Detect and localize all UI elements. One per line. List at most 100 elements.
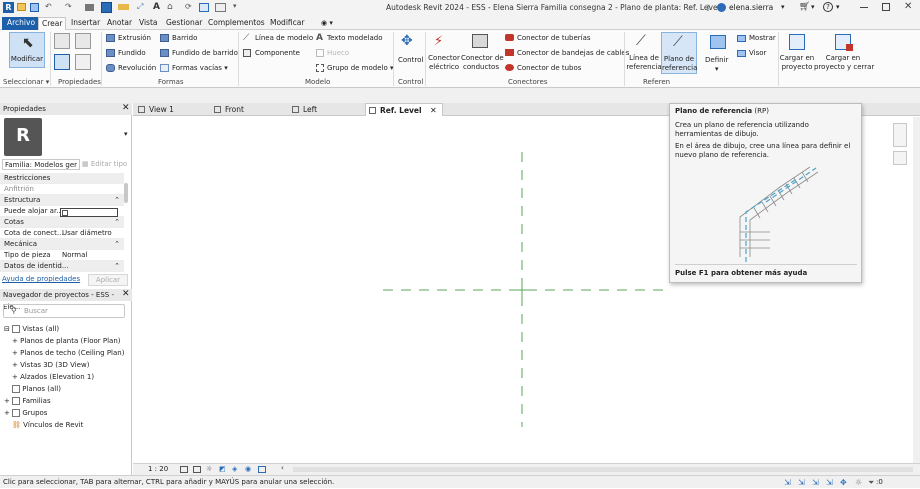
select-underlay-icon[interactable]: ⇲ xyxy=(798,477,805,489)
tree-item-floor-plans[interactable]: + Planos de planta (Floor Plan) xyxy=(12,336,120,346)
load-into-project-button[interactable]: Cargar en proyecto xyxy=(779,54,815,72)
key-icon[interactable]: ⚷ xyxy=(705,3,711,12)
temp-hide-icon[interactable]: ◈ xyxy=(232,465,237,473)
tree-item-views[interactable]: ⊟ Vistas (all) xyxy=(4,324,59,334)
redo-icon[interactable]: ↷ xyxy=(65,2,72,11)
print-icon[interactable] xyxy=(85,4,94,11)
model-line-button[interactable]: Línea de modelo xyxy=(255,34,313,43)
view-tab-ref-level[interactable]: Ref. Level ✕ xyxy=(365,103,443,116)
family-category-icon[interactable] xyxy=(75,33,91,49)
canvas-vertical-scrollbar[interactable] xyxy=(913,117,920,463)
tree-item-families[interactable]: + Familias xyxy=(4,396,51,406)
blend-button[interactable]: Fundido xyxy=(118,49,146,58)
select-by-face-icon[interactable]: ⇲ xyxy=(826,477,833,489)
load-into-project-and-close-button[interactable]: Cargar en proyecto y cerrar xyxy=(814,54,874,72)
qat-dropdown-icon[interactable]: ▾ xyxy=(233,2,237,10)
reference-line-button[interactable]: Línea de referencia xyxy=(626,54,662,72)
dimension-icon[interactable]: ⤢ xyxy=(137,2,143,12)
tree-item-sheets[interactable]: Planos (all) xyxy=(12,384,61,394)
tree-item-revit-links[interactable]: ⛓ Vínculos de Revit xyxy=(12,420,83,430)
select-pinned-icon[interactable]: ⇲ xyxy=(812,477,819,489)
tab-crear[interactable]: Crear xyxy=(38,17,67,30)
help-icon[interactable]: ? xyxy=(823,2,833,12)
tab-modificar[interactable]: Modificar xyxy=(267,17,307,30)
user-dropdown-icon[interactable]: ▾ xyxy=(781,3,785,11)
tab-insertar[interactable]: Insertar xyxy=(68,17,103,30)
define-dropdown-icon[interactable]: ▾ xyxy=(715,65,719,74)
control-button[interactable]: Control xyxy=(398,56,423,65)
browser-search-input[interactable]: ⚲ Buscar xyxy=(3,304,125,318)
crop-view-icon[interactable] xyxy=(258,466,266,473)
close-window-icon[interactable]: ✕ xyxy=(904,1,912,12)
edit-type-button[interactable]: ▦ Editar tipo xyxy=(82,159,128,170)
detail-level-icon[interactable] xyxy=(180,466,188,473)
reveal-hidden-icon[interactable]: ◉ xyxy=(245,465,251,473)
user-avatar-icon[interactable] xyxy=(717,3,726,12)
view-tab-view1[interactable]: View 1 xyxy=(135,103,209,116)
duct-connector-button[interactable]: Conector de conductos xyxy=(461,54,504,72)
apply-button[interactable]: Aplicar xyxy=(88,274,128,286)
pipe-connector-button[interactable]: Conector de tuberías xyxy=(517,34,591,43)
revolve-button[interactable]: Revolución xyxy=(118,64,156,73)
model-text-button[interactable]: Texto modelado xyxy=(327,34,382,43)
void-forms-button[interactable]: Formas vacías ▾ xyxy=(172,64,228,73)
modify-tool-button[interactable]: ⬉ Modificar xyxy=(9,32,45,68)
drag-on-select-icon[interactable]: ✥ xyxy=(840,477,847,489)
reference-plane-button[interactable]: ⟋ Plano de referencia xyxy=(661,32,697,74)
electrical-connector-button[interactable]: Conector eléctrico xyxy=(428,54,460,72)
user-name[interactable]: elena.sierra xyxy=(729,2,773,13)
horizontal-scroll-left-icon[interactable]: ‹ xyxy=(281,464,284,472)
component-button[interactable]: Componente xyxy=(255,49,300,58)
properties-close-icon[interactable]: ✕ xyxy=(122,103,130,113)
type-selector-dropdown-icon[interactable]: ▾ xyxy=(124,130,128,138)
visual-style-icon[interactable] xyxy=(193,466,201,473)
cart-icon[interactable]: 🛒︎ xyxy=(799,2,810,12)
family-types-icon[interactable] xyxy=(54,33,70,49)
view-tab-front[interactable]: Front xyxy=(211,103,287,116)
browser-close-icon[interactable]: ✕ xyxy=(122,289,130,299)
background-process-icon[interactable]: ☼ xyxy=(855,477,862,489)
define-button[interactable]: Definir xyxy=(705,56,728,65)
swept-blend-button[interactable]: Fundido de barrido xyxy=(172,49,238,58)
show-button[interactable]: Mostrar xyxy=(749,34,776,43)
ribbon-minimize-toggle[interactable]: ◉ ▾ xyxy=(318,17,336,30)
maximize-icon[interactable] xyxy=(882,3,890,11)
filter-icon[interactable]: ⏷ xyxy=(868,477,874,489)
properties-panel-icon[interactable] xyxy=(75,54,91,70)
undo-icon[interactable]: ↶ xyxy=(45,2,52,11)
sweep-button[interactable]: Barrido xyxy=(172,34,197,43)
open-icon[interactable] xyxy=(17,3,26,11)
tree-item-3d-views[interactable]: + Vistas 3D (3D View) xyxy=(12,360,89,370)
canvas-horizontal-scrollbar[interactable] xyxy=(293,467,913,472)
help-dropdown-icon[interactable]: ▾ xyxy=(836,3,840,11)
tab-complementos[interactable]: Complementos xyxy=(205,17,268,30)
view-cube-icon[interactable] xyxy=(893,123,907,147)
tree-item-groups[interactable]: + Grupos xyxy=(4,408,47,418)
cart-dropdown-icon[interactable]: ▾ xyxy=(811,3,815,11)
tab-vista[interactable]: Vista xyxy=(136,17,161,30)
shadows-icon[interactable]: ◩ xyxy=(219,465,226,473)
type-properties-icon[interactable] xyxy=(54,54,70,70)
model-group-button[interactable]: Grupo de modelo ▾ xyxy=(327,64,394,73)
tab-gestionar[interactable]: Gestionar xyxy=(163,17,205,30)
zoom-icon[interactable] xyxy=(893,151,907,165)
sun-path-icon[interactable]: ☼ xyxy=(206,465,212,473)
group-seleccionar-label[interactable]: Seleccionar ▾ xyxy=(3,77,49,87)
tab-archivo[interactable]: Archivo xyxy=(2,17,41,30)
viewer-button[interactable]: Visor xyxy=(749,49,766,58)
tab-anotar[interactable]: Anotar xyxy=(104,17,135,30)
properties-help-link[interactable]: Ayuda de propiedades xyxy=(2,275,80,283)
extrusion-button[interactable]: Extrusión xyxy=(118,34,151,43)
type-filter-dropdown[interactable]: Familia: Modelos ger xyxy=(2,159,80,170)
switch-windows-icon[interactable] xyxy=(215,3,226,12)
active-tool-icon[interactable] xyxy=(101,2,112,13)
close-view-icon[interactable]: ✕ xyxy=(430,104,437,117)
sync-icon[interactable]: ⟳ xyxy=(185,2,192,11)
thin-lines-icon[interactable] xyxy=(199,3,209,12)
cable-tray-connector-button[interactable]: Conector de bandejas de cables xyxy=(517,49,629,58)
select-links-icon[interactable]: ⇲ xyxy=(784,477,791,489)
view-tab-left[interactable]: Left xyxy=(289,103,365,116)
save-icon[interactable] xyxy=(30,3,39,12)
tree-item-elevations[interactable]: + Alzados (Elevation 1) xyxy=(12,372,94,382)
revit-logo-icon[interactable]: R xyxy=(3,2,14,13)
